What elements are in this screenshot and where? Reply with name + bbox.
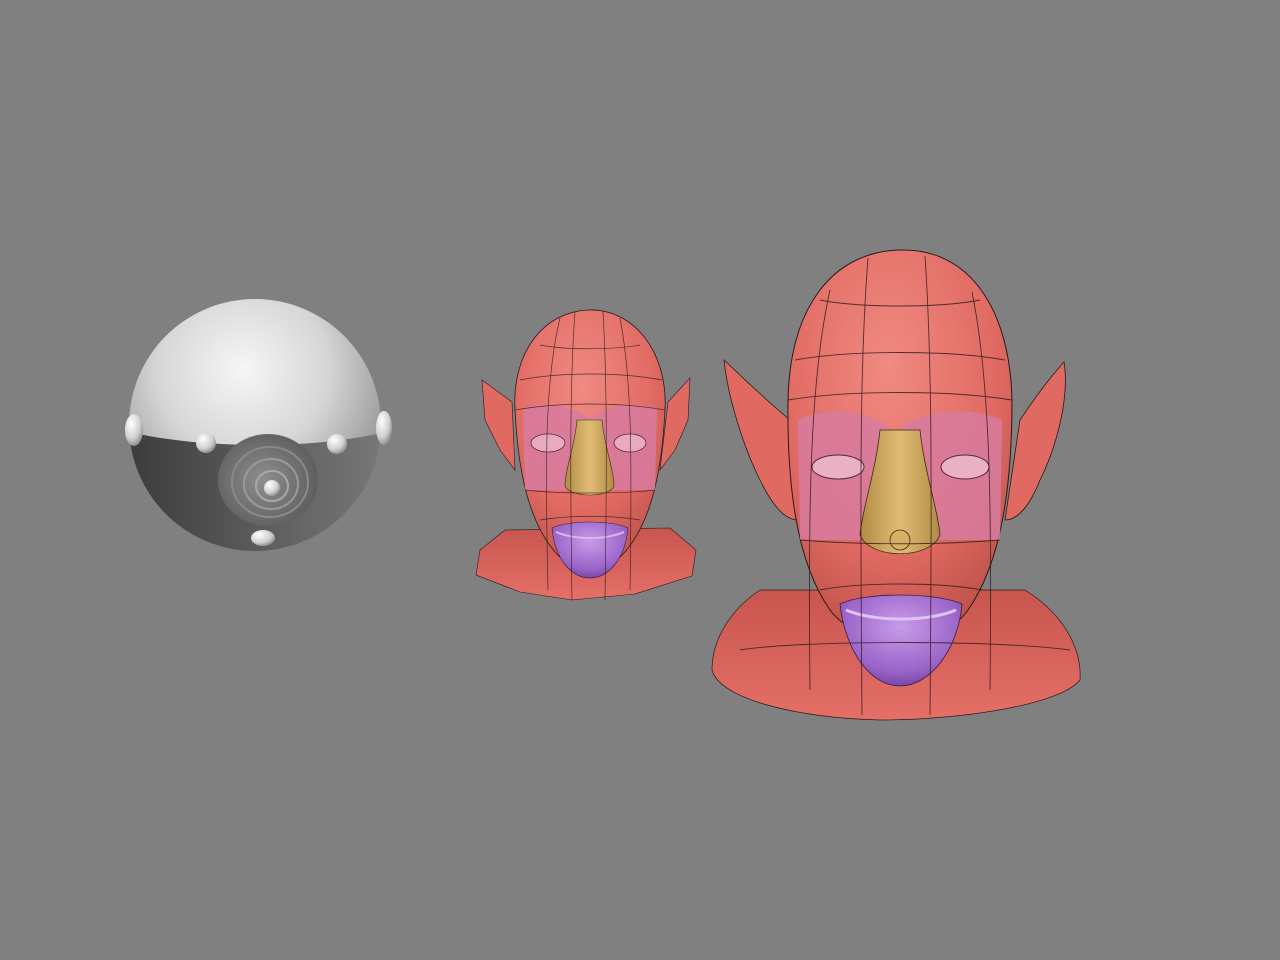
- 3d-viewport[interactable]: [0, 0, 1280, 960]
- base-sphere[interactable]: [120, 299, 392, 560]
- face-disc: [218, 434, 318, 526]
- head-low-res[interactable]: [475, 309, 697, 601]
- head-high-res[interactable]: [711, 249, 1081, 721]
- scene-canvas[interactable]: [0, 0, 1280, 960]
